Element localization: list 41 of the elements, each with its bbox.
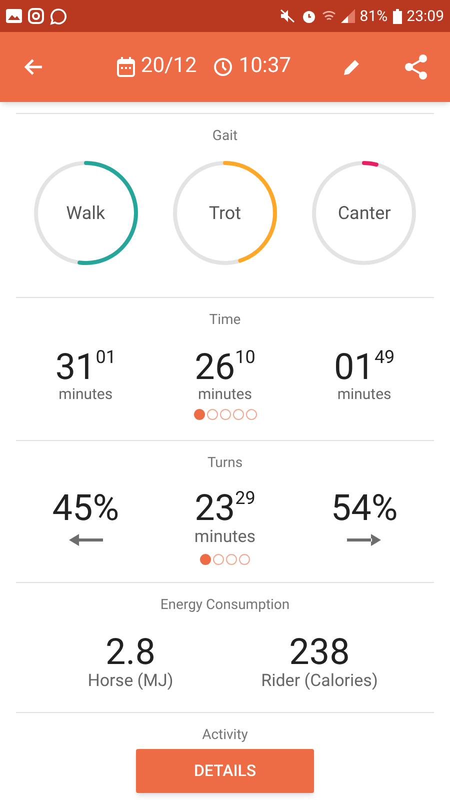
percent-value: 45% <box>52 490 120 526</box>
unit-label: minutes <box>198 385 252 403</box>
section-title: Turns <box>207 454 243 473</box>
gallery-icon <box>6 9 22 23</box>
left-arrow-icon <box>68 534 103 546</box>
unit-label: minutes <box>194 526 256 548</box>
duration-value: 01$^{49}$ <box>334 349 395 385</box>
duration-value: 31$^{01}$ <box>55 349 116 385</box>
section-title: Time <box>209 311 241 330</box>
percent-value: 54% <box>330 490 398 526</box>
gait-label: Trot <box>208 202 242 226</box>
section-title: Gait <box>212 127 238 146</box>
gait-label: Canter <box>338 202 391 226</box>
clock-icon <box>212 57 233 77</box>
pencil-icon[interactable] <box>342 57 362 77</box>
duration-value: 23$^{29}$ <box>194 490 256 526</box>
right-arrow-icon <box>347 534 382 546</box>
gait-label: Walk <box>66 202 106 226</box>
signal-icon <box>340 9 355 23</box>
calendar-icon <box>116 57 135 77</box>
chat-bubble-icon <box>50 8 67 24</box>
mute-icon <box>280 9 296 23</box>
energy-value: 238 <box>289 634 350 670</box>
details-button[interactable]: DETAILS <box>136 749 314 793</box>
clock-time: 23:09 <box>406 6 444 27</box>
alarm-icon <box>300 8 317 24</box>
unit-label: minutes <box>337 385 392 403</box>
wifi-icon <box>322 9 336 23</box>
session-time: 10:37 <box>238 53 292 80</box>
battery-icon <box>392 8 402 24</box>
energy-label: Horse (MJ) <box>88 670 174 692</box>
section-title: Activity <box>202 726 248 745</box>
energy-label: Rider (Calories) <box>261 670 378 692</box>
battery-percent: 81% <box>360 6 388 27</box>
share-icon[interactable] <box>404 54 428 80</box>
session-date: 20/12 <box>140 53 197 80</box>
unit-label: minutes <box>58 385 113 403</box>
section-title: Energy Consumption <box>160 596 290 615</box>
camera-icon <box>28 8 44 24</box>
duration-value: 26$^{10}$ <box>194 349 256 385</box>
energy-value: 2.8 <box>106 634 156 670</box>
